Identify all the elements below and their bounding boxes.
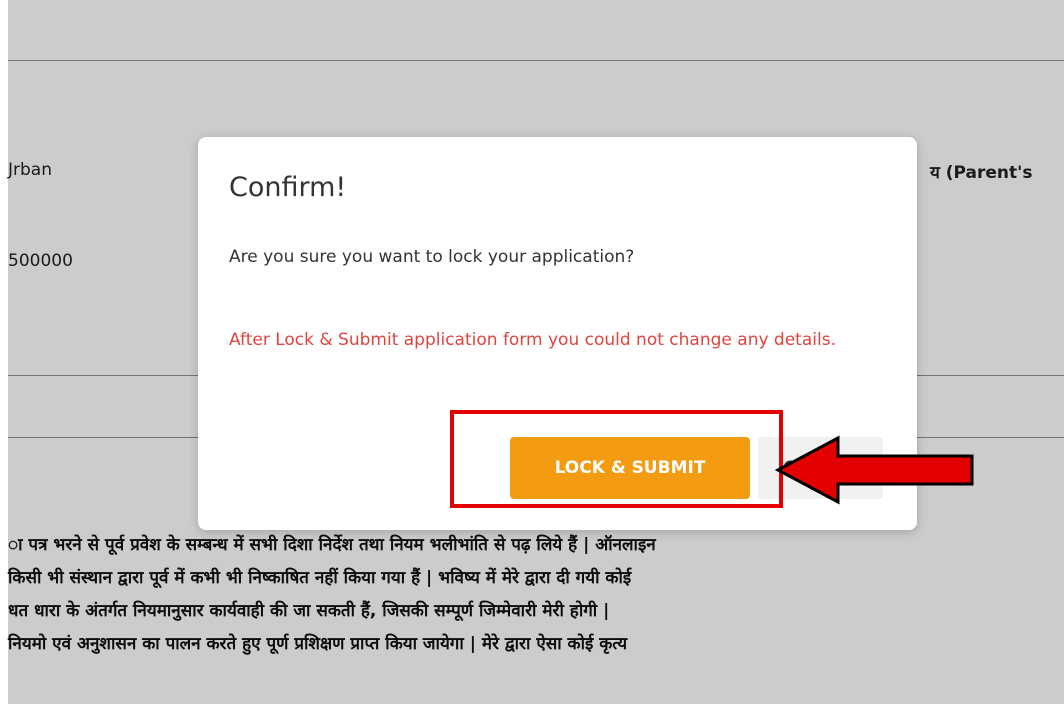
dialog-message: Are you sure you want to lock your appli… [229, 247, 635, 267]
cancel-button[interactable]: CANCEL [758, 437, 883, 499]
dialog-warning: After Lock & Submit application form you… [229, 330, 836, 350]
left-margin [0, 0, 8, 704]
confirm-dialog: Confirm! Are you sure you want to lock y… [198, 137, 917, 530]
lock-submit-button[interactable]: LOCK & SUBMIT [510, 437, 750, 499]
dialog-title: Confirm! [229, 172, 347, 203]
